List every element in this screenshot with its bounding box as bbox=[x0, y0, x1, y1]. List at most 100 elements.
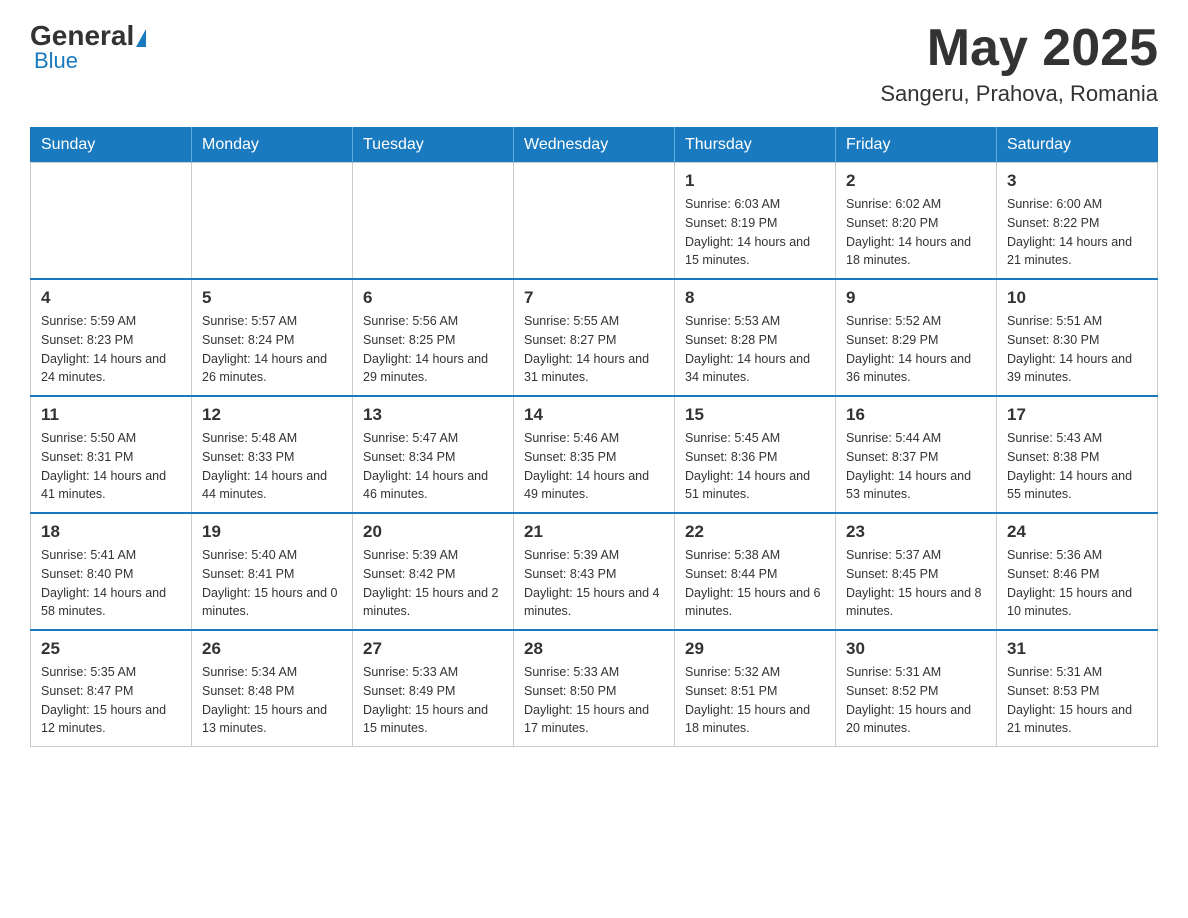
day-number: 27 bbox=[363, 639, 503, 659]
day-info: Sunrise: 5:55 AMSunset: 8:27 PMDaylight:… bbox=[524, 312, 664, 387]
day-number: 18 bbox=[41, 522, 181, 542]
day-number: 29 bbox=[685, 639, 825, 659]
day-number: 11 bbox=[41, 405, 181, 425]
day-info: Sunrise: 5:36 AMSunset: 8:46 PMDaylight:… bbox=[1007, 546, 1147, 621]
day-info: Sunrise: 5:39 AMSunset: 8:43 PMDaylight:… bbox=[524, 546, 664, 621]
calendar-cell bbox=[353, 163, 514, 280]
calendar-cell: 18 Sunrise: 5:41 AMSunset: 8:40 PMDayligh… bbox=[31, 513, 192, 630]
day-number: 17 bbox=[1007, 405, 1147, 425]
title-block: May 2025 Sangeru, Prahova, Romania bbox=[880, 20, 1158, 107]
day-number: 16 bbox=[846, 405, 986, 425]
calendar-cell: 12 Sunrise: 5:48 AMSunset: 8:33 PMDayligh… bbox=[192, 396, 353, 513]
logo-triangle-icon bbox=[136, 29, 146, 47]
calendar-week-4: 18 Sunrise: 5:41 AMSunset: 8:40 PMDayligh… bbox=[31, 513, 1158, 630]
calendar-cell: 1Sunrise: 6:03 AMSunset: 8:19 PMDaylight… bbox=[675, 163, 836, 280]
day-number: 21 bbox=[524, 522, 664, 542]
calendar-cell: 9Sunrise: 5:52 AMSunset: 8:29 PMDaylight… bbox=[836, 279, 997, 396]
day-number: 4 bbox=[41, 288, 181, 308]
day-info: Sunrise: 5:57 AMSunset: 8:24 PMDaylight:… bbox=[202, 312, 342, 387]
calendar-cell bbox=[514, 163, 675, 280]
calendar-cell: 22 Sunrise: 5:38 AMSunset: 8:44 PMDayligh… bbox=[675, 513, 836, 630]
calendar-cell: 30Sunrise: 5:31 AMSunset: 8:52 PMDayligh… bbox=[836, 630, 997, 747]
calendar-week-2: 4Sunrise: 5:59 AMSunset: 8:23 PMDaylight… bbox=[31, 279, 1158, 396]
day-info: Sunrise: 5:51 AMSunset: 8:30 PMDaylight:… bbox=[1007, 312, 1147, 387]
day-number: 3 bbox=[1007, 171, 1147, 191]
day-info: Sunrise: 5:40 AMSunset: 8:41 PMDaylight:… bbox=[202, 546, 342, 621]
calendar-cell: 10 Sunrise: 5:51 AMSunset: 8:30 PMDayligh… bbox=[997, 279, 1158, 396]
calendar-cell: 24 Sunrise: 5:36 AMSunset: 8:46 PMDayligh… bbox=[997, 513, 1158, 630]
day-number: 8 bbox=[685, 288, 825, 308]
calendar-cell bbox=[31, 163, 192, 280]
day-info: Sunrise: 5:33 AMSunset: 8:50 PMDaylight:… bbox=[524, 663, 664, 738]
day-number: 13 bbox=[363, 405, 503, 425]
day-number: 28 bbox=[524, 639, 664, 659]
day-number: 12 bbox=[202, 405, 342, 425]
calendar-cell: 4Sunrise: 5:59 AMSunset: 8:23 PMDaylight… bbox=[31, 279, 192, 396]
col-monday: Monday bbox=[192, 128, 353, 163]
day-number: 25 bbox=[41, 639, 181, 659]
calendar-title: May 2025 bbox=[880, 20, 1158, 77]
day-info: Sunrise: 5:41 AMSunset: 8:40 PMDaylight:… bbox=[41, 546, 181, 621]
day-info: Sunrise: 5:52 AMSunset: 8:29 PMDaylight:… bbox=[846, 312, 986, 387]
logo-blue-text: Blue bbox=[34, 48, 78, 74]
calendar-cell: 19 Sunrise: 5:40 AMSunset: 8:41 PMDayligh… bbox=[192, 513, 353, 630]
calendar-week-5: 25 Sunrise: 5:35 AMSunset: 8:47 PMDayligh… bbox=[31, 630, 1158, 747]
day-info: Sunrise: 5:48 AMSunset: 8:33 PMDaylight:… bbox=[202, 429, 342, 504]
day-info: Sunrise: 5:50 AMSunset: 8:31 PMDaylight:… bbox=[41, 429, 181, 504]
day-number: 30 bbox=[846, 639, 986, 659]
col-sunday: Sunday bbox=[31, 128, 192, 163]
calendar-week-1: 1Sunrise: 6:03 AMSunset: 8:19 PMDaylight… bbox=[31, 163, 1158, 280]
day-number: 24 bbox=[1007, 522, 1147, 542]
calendar-cell: 2 Sunrise: 6:02 AMSunset: 8:20 PMDaylight… bbox=[836, 163, 997, 280]
day-number: 31 bbox=[1007, 639, 1147, 659]
day-info: Sunrise: 6:03 AMSunset: 8:19 PMDaylight:… bbox=[685, 195, 825, 270]
calendar-cell: 23 Sunrise: 5:37 AMSunset: 8:45 PMDayligh… bbox=[836, 513, 997, 630]
calendar-cell: 31 Sunrise: 5:31 AMSunset: 8:53 PMDayligh… bbox=[997, 630, 1158, 747]
day-info: Sunrise: 5:37 AMSunset: 8:45 PMDaylight:… bbox=[846, 546, 986, 621]
day-number: 22 bbox=[685, 522, 825, 542]
calendar-cell: 13 Sunrise: 5:47 AMSunset: 8:34 PMDayligh… bbox=[353, 396, 514, 513]
calendar-week-3: 11 Sunrise: 5:50 AMSunset: 8:31 PMDayligh… bbox=[31, 396, 1158, 513]
col-wednesday: Wednesday bbox=[514, 128, 675, 163]
logo: General Blue bbox=[30, 20, 148, 74]
day-info: Sunrise: 5:38 AMSunset: 8:44 PMDaylight:… bbox=[685, 546, 825, 621]
day-number: 26 bbox=[202, 639, 342, 659]
day-info: Sunrise: 5:35 AMSunset: 8:47 PMDaylight:… bbox=[41, 663, 181, 738]
col-saturday: Saturday bbox=[997, 128, 1158, 163]
day-info: Sunrise: 5:34 AMSunset: 8:48 PMDaylight:… bbox=[202, 663, 342, 738]
calendar-cell: 11 Sunrise: 5:50 AMSunset: 8:31 PMDayligh… bbox=[31, 396, 192, 513]
day-info: Sunrise: 5:32 AMSunset: 8:51 PMDaylight:… bbox=[685, 663, 825, 738]
day-info: Sunrise: 5:31 AMSunset: 8:53 PMDaylight:… bbox=[1007, 663, 1147, 738]
day-info: Sunrise: 5:53 AMSunset: 8:28 PMDaylight:… bbox=[685, 312, 825, 387]
calendar-table: Sunday Monday Tuesday Wednesday Thursday… bbox=[30, 127, 1158, 747]
col-thursday: Thursday bbox=[675, 128, 836, 163]
calendar-subtitle: Sangeru, Prahova, Romania bbox=[880, 81, 1158, 107]
calendar-cell: 25 Sunrise: 5:35 AMSunset: 8:47 PMDayligh… bbox=[31, 630, 192, 747]
day-number: 19 bbox=[202, 522, 342, 542]
day-info: Sunrise: 5:45 AMSunset: 8:36 PMDaylight:… bbox=[685, 429, 825, 504]
day-info: Sunrise: 6:02 AMSunset: 8:20 PMDaylight:… bbox=[846, 195, 986, 270]
day-number: 14 bbox=[524, 405, 664, 425]
day-info: Sunrise: 5:43 AMSunset: 8:38 PMDaylight:… bbox=[1007, 429, 1147, 504]
calendar-cell: 29 Sunrise: 5:32 AMSunset: 8:51 PMDayligh… bbox=[675, 630, 836, 747]
calendar-cell: 21 Sunrise: 5:39 AMSunset: 8:43 PMDayligh… bbox=[514, 513, 675, 630]
calendar-cell: 7 Sunrise: 5:55 AMSunset: 8:27 PMDaylight… bbox=[514, 279, 675, 396]
day-number: 23 bbox=[846, 522, 986, 542]
day-info: Sunrise: 5:39 AMSunset: 8:42 PMDaylight:… bbox=[363, 546, 503, 621]
day-info: Sunrise: 5:46 AMSunset: 8:35 PMDaylight:… bbox=[524, 429, 664, 504]
day-info: Sunrise: 5:44 AMSunset: 8:37 PMDaylight:… bbox=[846, 429, 986, 504]
calendar-cell: 26 Sunrise: 5:34 AMSunset: 8:48 PMDayligh… bbox=[192, 630, 353, 747]
day-number: 6 bbox=[363, 288, 503, 308]
calendar-cell: 28 Sunrise: 5:33 AMSunset: 8:50 PMDayligh… bbox=[514, 630, 675, 747]
day-number: 15 bbox=[685, 405, 825, 425]
page-header: General Blue May 2025 Sangeru, Prahova, … bbox=[30, 20, 1158, 107]
calendar-cell: 6 Sunrise: 5:56 AMSunset: 8:25 PMDaylight… bbox=[353, 279, 514, 396]
day-number: 7 bbox=[524, 288, 664, 308]
day-number: 5 bbox=[202, 288, 342, 308]
day-number: 2 bbox=[846, 171, 986, 191]
calendar-cell: 20Sunrise: 5:39 AMSunset: 8:42 PMDayligh… bbox=[353, 513, 514, 630]
calendar-header-row: Sunday Monday Tuesday Wednesday Thursday… bbox=[31, 128, 1158, 163]
day-number: 10 bbox=[1007, 288, 1147, 308]
day-info: Sunrise: 5:56 AMSunset: 8:25 PMDaylight:… bbox=[363, 312, 503, 387]
day-info: Sunrise: 5:47 AMSunset: 8:34 PMDaylight:… bbox=[363, 429, 503, 504]
